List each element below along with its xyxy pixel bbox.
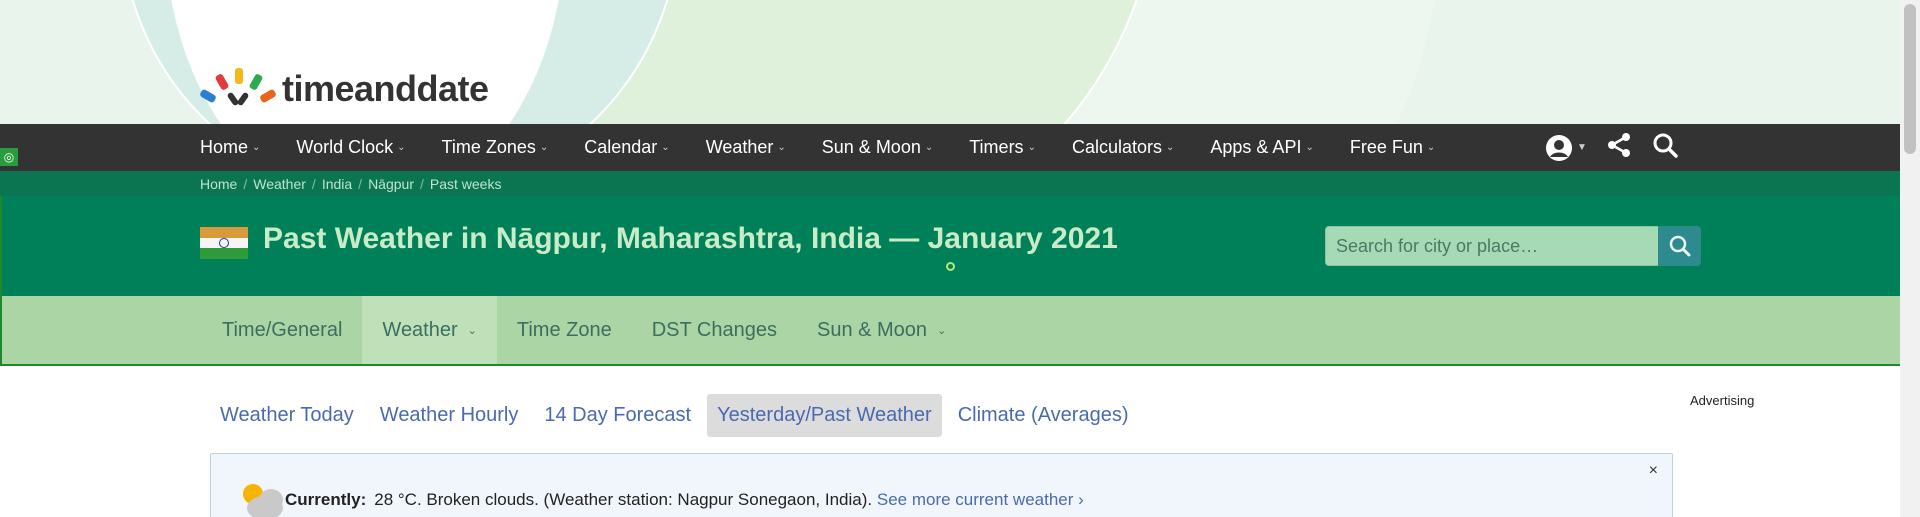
chevron-down-icon: ⌄ [539,142,549,153]
nav-item-label: Free Fun [1349,137,1423,157]
nav-item-apps-api[interactable]: Apps & API ⌄ [1210,137,1313,158]
breadcrumb-item[interactable]: Home [200,176,237,192]
chevron-down-icon: ⌄ [661,142,670,153]
search-icon [1669,235,1690,257]
nav-item-sun-moon[interactable]: Sun & Moon ⌄ [822,137,933,158]
location-subnav: Time/General Weather ⌄ Time Zone DST Changes… [0,296,1902,366]
accessibility-badge-icon[interactable]: ◎ [0,148,18,166]
weather-tabs: Weather Today Weather Hourly 14 Day Foreca… [210,394,1139,437]
nav-item-time-zones[interactable]: Time Zones ⌄ [442,137,549,158]
search-icon[interactable] [1651,131,1679,164]
chevron-down-icon: ⌄ [397,142,406,153]
advertising-label: Advertising [1690,393,1755,408]
tab-label: Weather [382,318,458,341]
logo-text: timeanddate [282,68,489,109]
page: timeanddate Home ⌄ World Clock ⌄ Time Zones ⌄… [0,0,1920,517]
nav-item-label: Sun & Moon [821,137,921,157]
page-title: Past Weather in Nāgpur, Maharashtra, Ind… [263,222,1118,255]
tab-label: Time/General [222,318,343,341]
tab-time-zone[interactable]: Time Zone [497,296,632,364]
breadcrumb-item[interactable]: India [322,176,352,192]
weather-tab-yesterday-past-weather[interactable]: Yesterday/Past Weather [707,394,942,437]
chevron-down-icon: ⌄ [777,142,786,153]
site-logo[interactable]: timeanddate [199,64,489,114]
chevron-down-icon: ⌄ [252,142,261,153]
nav-item-free-fun[interactable]: Free Fun ⌄ [1350,137,1435,158]
nav-item-label: Home [200,137,249,157]
see-more-current-weather-link[interactable]: See more current weather › [877,490,1084,509]
chevron-down-icon: ⌄ [937,324,947,337]
tab-sun-moon[interactable]: Sun & Moon ⌄ [797,296,966,364]
chevron-down-icon: ⌄ [924,142,934,153]
tab-weather[interactable]: Weather ⌄ [362,296,497,364]
weather-tab-weather-today[interactable]: Weather Today [210,394,364,437]
chevron-right-icon: › [1078,490,1084,509]
nav-item-timers[interactable]: Timers ⌄ [969,137,1036,158]
nav-item-calendar[interactable]: Calendar ⌄ [584,137,669,158]
scrollbar-thumb[interactable] [1904,4,1916,154]
nav-item-label: World Clock [296,137,394,157]
scrollbar[interactable] [1900,0,1920,517]
cursor-marker [946,262,955,271]
breadcrumb-separator: / [358,176,363,192]
breadcrumb-separator: / [311,176,316,192]
breadcrumb-item: Past weeks [429,176,502,192]
nav-item-label: Apps & API [1210,137,1302,157]
chevron-down-icon: ⌄ [1305,142,1314,153]
nav-item-label: Calendar [584,137,658,157]
nav-item-world-clock[interactable]: World Clock ⌄ [296,137,405,158]
tab-label: DST Changes [651,318,777,341]
chevron-down-icon: ⌄ [1426,142,1436,153]
chevron-down-icon: ⌄ [1027,142,1036,153]
weather-tab-weather-hourly[interactable]: Weather Hourly [370,394,529,437]
current-weather-text: Currently: 28 °C. Broken clouds. (Weather… [285,490,1084,510]
breadcrumb-item[interactable]: Nāgpur [368,176,414,192]
tab-label: Sun & Moon [816,318,928,341]
nav-item-home[interactable]: Home ⌄ [200,137,260,158]
tab-dst-changes[interactable]: DST Changes [632,296,797,364]
chevron-down-icon: ⌄ [1166,142,1175,153]
nav-item-label: Weather [705,137,774,157]
breadcrumb-separator: / [419,176,424,192]
nav-item-label: Time Zones [441,137,536,157]
nav-item-label: Calculators [1071,137,1162,157]
location-search-button[interactable] [1658,226,1701,266]
weather-tab-14-day-forecast[interactable]: 14 Day Forecast [534,394,701,437]
close-icon[interactable]: × [1649,462,1658,480]
breadcrumb: Home / Weather / India / Nāgpur / Past weeks [0,171,1900,196]
user-account-icon[interactable]: ▼ [1545,134,1587,162]
nav-item-label: Timers [969,137,1024,157]
india-flag-icon [200,227,248,259]
tab-time-general[interactable]: Time/General [202,296,362,364]
breadcrumb-separator: / [243,176,248,192]
logo-mark-icon [199,64,280,114]
location-search [1325,226,1701,266]
top-navigation: Home ⌄ World Clock ⌄ Time Zones ⌄ Calendar ⌄ Wea… [0,124,1900,171]
chevron-down-icon: ⌄ [467,324,477,337]
current-label: Currently: [285,490,367,509]
weather-tab-climate-averages-[interactable]: Climate (Averages) [948,394,1139,437]
current-conditions: 28 °C. Broken clouds. (Weather station: … [374,490,873,509]
current-weather-box: × Currently: 28 °C. Broken clouds. (Weath… [210,453,1673,517]
nav-item-weather[interactable]: Weather ⌄ [706,137,786,158]
tab-label: Time Zone [516,318,612,341]
breadcrumb-item[interactable]: Weather [253,176,306,192]
broken-clouds-icon [243,484,283,517]
location-search-input[interactable] [1325,226,1658,266]
nav-item-calculators[interactable]: Calculators ⌄ [1072,137,1174,158]
share-icon[interactable] [1605,131,1633,164]
